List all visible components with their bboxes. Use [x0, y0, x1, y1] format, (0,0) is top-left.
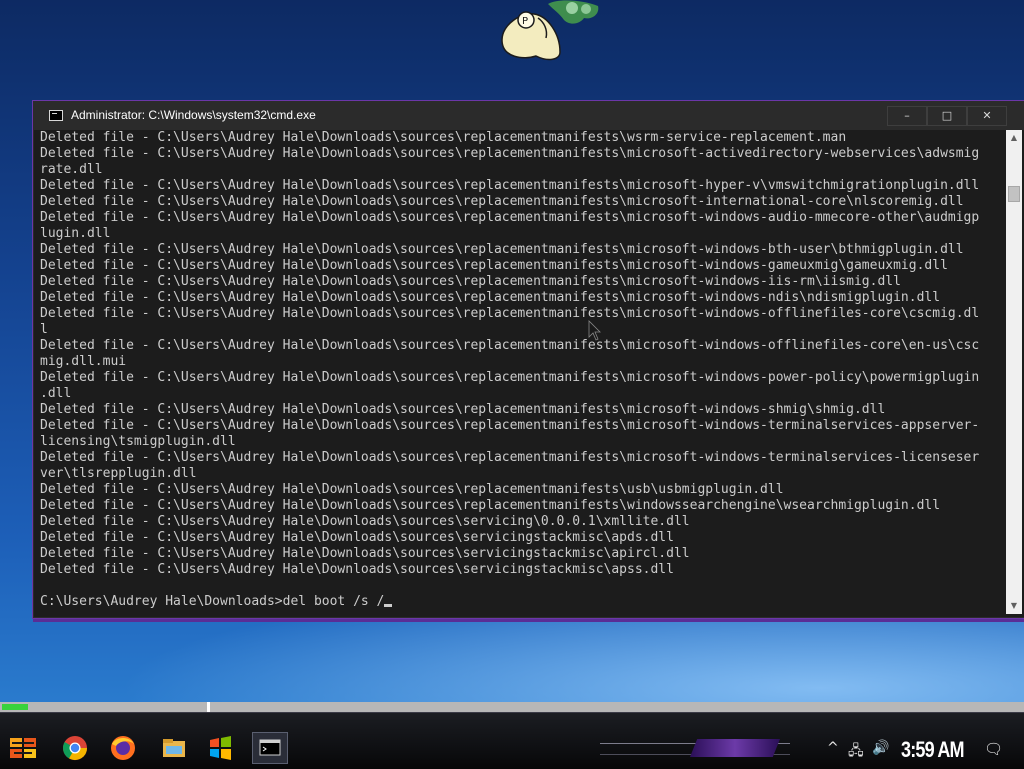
chrome-icon[interactable] — [58, 732, 92, 764]
svg-text:P: P — [522, 16, 528, 27]
console-line: Deleted file - C:\Users\Audrey Hale\Down… — [40, 242, 964, 257]
console-line: ver\tlsrepplugin.dll — [40, 466, 197, 481]
scroll-down-arrow-icon[interactable]: ▼ — [1006, 598, 1022, 614]
console-line: licensing\tsmigplugin.dll — [40, 434, 236, 449]
network-icon[interactable]: 🖧 — [848, 740, 864, 764]
scroll-up-arrow-icon[interactable]: ▲ — [1006, 130, 1022, 146]
console-line: Deleted file - C:\Users\Audrey Hale\Down… — [40, 546, 690, 561]
mouse-pointer-icon — [588, 320, 601, 341]
console-line: Deleted file - C:\Users\Audrey Hale\Down… — [40, 498, 941, 513]
console-line: Deleted file - C:\Users\Audrey Hale\Down… — [40, 514, 690, 529]
cmd-icon — [259, 739, 281, 756]
text-cursor — [384, 604, 393, 607]
console-line: Deleted file - C:\Users\Audrey Hale\Down… — [40, 530, 674, 545]
taskbar-clock[interactable]: 3:59 AM — [901, 737, 965, 763]
console-line: mig.dll.mui — [40, 354, 127, 369]
file-explorer-icon[interactable] — [157, 732, 191, 764]
minimize-button[interactable]: – — [887, 106, 927, 126]
window-titlebar[interactable]: Administrator: C:\Windows\system32\cmd.e… — [34, 102, 1024, 130]
console-line: Deleted file - C:\Users\Audrey Hale\Down… — [40, 274, 901, 289]
command-prompt-line[interactable]: C:\Users\Audrey Hale\Downloads>del boot … — [40, 594, 1004, 610]
progress-fill — [2, 704, 28, 710]
start-button-icon[interactable] — [8, 735, 38, 761]
console-line: Deleted file - C:\Users\Audrey Hale\Down… — [40, 402, 886, 417]
volume-icon[interactable]: 🔊 — [872, 740, 889, 756]
console-line: Deleted file - C:\Users\Audrey Hale\Down… — [40, 178, 980, 193]
console-line: lugin.dll — [40, 226, 111, 241]
console-line: Deleted file - C:\Users\Audrey Hale\Down… — [40, 130, 847, 145]
console-line: Deleted file - C:\Users\Audrey Hale\Down… — [40, 562, 674, 577]
console-line: Deleted file - C:\Users\Audrey Hale\Down… — [40, 370, 980, 385]
console-output[interactable]: Deleted file - C:\Users\Audrey Hale\Down… — [40, 130, 1004, 614]
close-button[interactable]: ✕ — [967, 106, 1007, 126]
console-line: Deleted file - C:\Users\Audrey Hale\Down… — [40, 146, 980, 161]
scroll-thumb[interactable] — [1008, 186, 1020, 202]
maximize-button[interactable]: □ — [927, 106, 967, 126]
console-line: Deleted file - C:\Users\Audrey Hale\Down… — [40, 210, 980, 225]
console-line: Deleted file - C:\Users\Audrey Hale\Down… — [40, 194, 964, 209]
console-line: Deleted file - C:\Users\Audrey Hale\Down… — [40, 418, 980, 433]
show-hidden-icons-icon[interactable]: ^ — [827, 740, 839, 756]
console-line: .dll — [40, 386, 72, 401]
taskbar-progress-bar — [0, 702, 1024, 712]
console-line: Deleted file - C:\Users\Audrey Hale\Down… — [40, 290, 941, 305]
cmd-window[interactable]: Administrator: C:\Windows\system32\cmd.e… — [33, 101, 1024, 618]
firefox-icon[interactable] — [106, 732, 140, 764]
vertical-scrollbar[interactable]: ▲ ▼ — [1006, 130, 1022, 614]
taskbar-purple-accent — [690, 739, 780, 757]
console-lines: Deleted file - C:\Users\Audrey Hale\Down… — [40, 130, 1004, 594]
command-input[interactable]: del boot /s / — [283, 594, 385, 609]
console-line: Deleted file - C:\Users\Audrey Hale\Down… — [40, 338, 980, 353]
progress-divider — [207, 702, 210, 712]
console-line: Deleted file - C:\Users\Audrey Hale\Down… — [40, 482, 784, 497]
cmd-icon — [49, 110, 63, 121]
taskbar-cmd-button[interactable] — [252, 732, 288, 764]
prompt-path: C:\Users\Audrey Hale\Downloads> — [40, 594, 283, 609]
console-line: rate.dll — [40, 162, 103, 177]
console-line: l — [40, 322, 48, 337]
console-line: Deleted file - C:\Users\Audrey Hale\Down… — [40, 258, 948, 273]
windows-flag-icon[interactable] — [203, 732, 237, 764]
wallpaper-mascot-image: P — [501, 0, 599, 61]
console-line: Deleted file - C:\Users\Audrey Hale\Down… — [40, 450, 980, 465]
window-title: Administrator: C:\Windows\system32\cmd.e… — [71, 108, 316, 122]
taskbar: ^ 🖧 🔊 3:59 AM 🗨 — [0, 712, 1024, 769]
notifications-icon[interactable]: 🗨 — [984, 740, 1003, 758]
console-line: Deleted file - C:\Users\Audrey Hale\Down… — [40, 306, 980, 321]
